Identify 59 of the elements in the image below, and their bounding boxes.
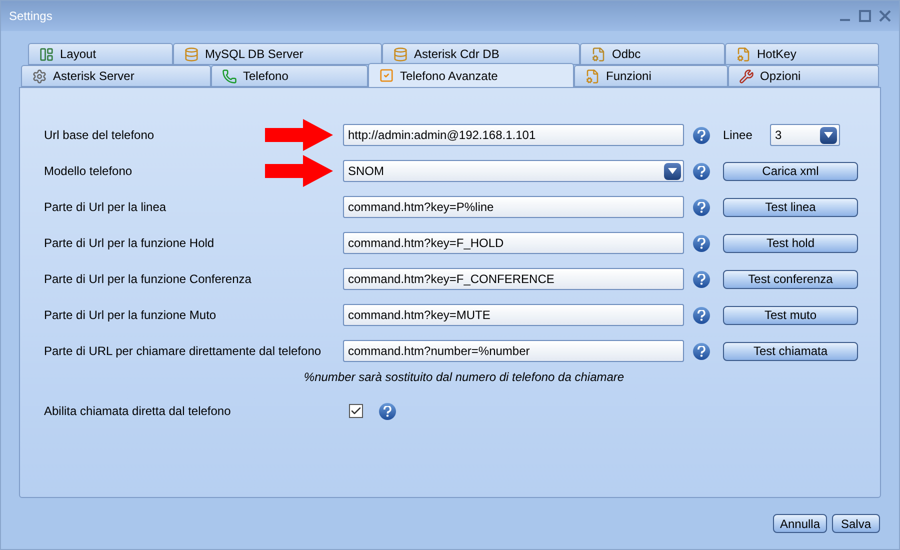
tab[interactable]: Asterisk Server <box>21 65 211 87</box>
dialog-button[interactable]: Annulla <box>772 514 827 533</box>
checkbox-label: Abilita chiamata diretta dal telefono <box>44 403 232 420</box>
help-icon[interactable] <box>693 306 710 324</box>
help-icon[interactable] <box>379 402 396 420</box>
tab-icon <box>32 68 47 84</box>
tab[interactable]: Layout <box>28 43 173 65</box>
window-title: Settings <box>9 8 54 25</box>
tab-icon <box>585 68 600 84</box>
field-label: Parte di URL per chiamare direttamente dal telefono <box>44 343 322 360</box>
input-field[interactable]: command.htm?key=F_CONFERENCE <box>343 268 684 290</box>
field-label: Parte di Url per la linea <box>44 199 168 216</box>
checkbox[interactable] <box>349 404 363 418</box>
tab[interactable]: Odbc <box>580 43 725 65</box>
field-label: Parte di Url per la funzione Conferenza <box>44 271 252 288</box>
help-icon[interactable] <box>693 342 710 360</box>
help-icon[interactable] <box>693 198 710 216</box>
tab[interactable]: Funzioni <box>574 65 728 87</box>
arrow-icon <box>265 155 333 187</box>
arrow-icon <box>265 119 333 151</box>
dropdown-field[interactable]: SNOM <box>343 160 684 182</box>
tab[interactable]: HotKey <box>725 43 879 65</box>
dropdown-field[interactable]: 3 <box>770 124 840 146</box>
tab-icon <box>393 46 408 62</box>
tab-icon <box>739 68 754 84</box>
input-field[interactable]: http://admin:admin@192.168.1.101 <box>343 124 684 146</box>
tab-icon <box>222 68 237 84</box>
tab-icon <box>591 46 606 62</box>
input-field[interactable]: command.htm?number=%number <box>343 340 684 362</box>
action-button[interactable]: Test chiamata <box>723 342 858 360</box>
help-icon[interactable] <box>693 270 710 288</box>
action-button[interactable]: Test conferenza <box>723 270 858 288</box>
field-label: Modello telefono <box>44 163 134 180</box>
close-icon[interactable] <box>879 10 891 22</box>
input-field[interactable]: command.htm?key=MUTE <box>343 304 684 326</box>
help-icon[interactable] <box>693 126 710 144</box>
hint-text: %number sarà sostituito dal numero di telefono da chiamare <box>304 369 624 386</box>
field-label: Parte di Url per la funzione Hold <box>44 235 216 252</box>
input-field[interactable]: command.htm?key=P%line <box>343 196 684 218</box>
tab-icon <box>379 68 394 83</box>
action-button[interactable]: Test linea <box>723 198 858 216</box>
field-label: Linee <box>723 127 754 144</box>
tab-icon <box>184 46 199 62</box>
tab[interactable]: Opzioni <box>728 65 879 87</box>
input-field[interactable]: command.htm?key=F_HOLD <box>343 232 684 254</box>
dialog-button[interactable]: Salva <box>832 514 880 533</box>
tab[interactable]: Telefono Avanzate <box>368 63 574 87</box>
tab[interactable]: Telefono <box>211 65 368 87</box>
action-button[interactable]: Test muto <box>723 306 858 324</box>
tab-icon <box>39 46 54 62</box>
help-icon[interactable] <box>693 162 710 180</box>
help-icon[interactable] <box>693 234 710 252</box>
tab-icon <box>736 46 751 62</box>
tab[interactable]: MySQL DB Server <box>173 43 382 65</box>
field-label: Parte di Url per la funzione Muto <box>44 307 218 324</box>
action-button[interactable]: Test hold <box>723 234 858 252</box>
field-label: Url base del telefono <box>44 127 156 144</box>
action-button[interactable]: Carica xml <box>723 162 858 180</box>
tab[interactable]: Asterisk Cdr DB <box>382 43 580 65</box>
